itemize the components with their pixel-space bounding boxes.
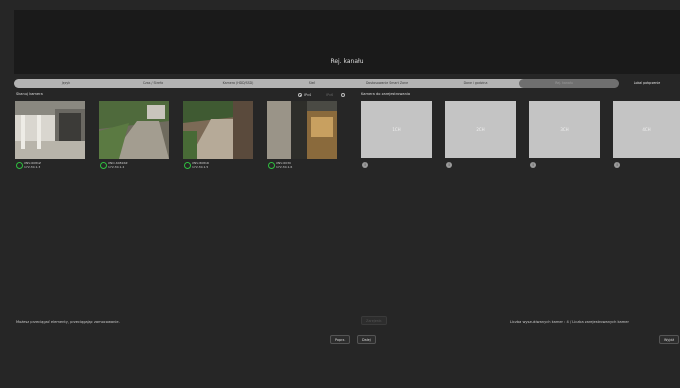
channel-slot-1[interactable]: 1CH [361, 101, 432, 158]
slot-info-icon[interactable]: i [614, 162, 620, 168]
back-button[interactable]: Poprz. [330, 335, 351, 344]
camera-info-1: XNV-6081Z 172.30.1.3 [24, 161, 41, 169]
camera-info-2: XNO-6081RZ 172.30.1.4 [108, 161, 128, 169]
camera-thumbnail-1[interactable] [15, 101, 85, 159]
camera-thumbnail-2[interactable] [99, 101, 169, 159]
channel-slot-label: 4CH [642, 127, 651, 132]
scanned-cameras-label: Skanuj kamera [16, 92, 43, 96]
slot-info-icon[interactable]: i [530, 162, 536, 168]
exit-button[interactable]: Wyjdź [659, 335, 680, 344]
camera-ip: 172.30.1.6 [276, 165, 293, 169]
ipv6-label: IPv6 [326, 93, 334, 97]
camera-preview-image [99, 101, 169, 159]
registration-label: Kamera do zarejestrowania [361, 92, 411, 96]
page-title: Rej. kanału [330, 58, 364, 65]
camera-ip: 172.30.1.4 [108, 165, 125, 169]
camera-thumbnail-3[interactable] [183, 101, 253, 159]
register-button[interactable]: Zarejestr. [361, 316, 388, 325]
channel-slot-label: 1CH [392, 127, 401, 132]
slot-info-icon[interactable]: i [446, 162, 452, 168]
channel-slot-4[interactable]: 4CH [613, 101, 680, 158]
camera-preview-image [15, 101, 85, 159]
channel-slot-label: 2CH [476, 127, 485, 132]
camera-status-icon [268, 162, 275, 169]
camera-status-icon [184, 162, 191, 169]
wizard-steps: Język Czas / Strefa Kamera (HDD/SSD) Sie… [14, 78, 680, 89]
camera-ip: 172.30.1.5 [192, 165, 209, 169]
channel-slot-3[interactable]: 3CH [529, 101, 600, 158]
tab-camera-hdd[interactable]: Kamera (HDD/SSD) [194, 79, 282, 88]
channel-slot-label: 3CH [560, 127, 569, 132]
tab-time-zone[interactable]: Czas / Strefa [112, 79, 194, 88]
channel-slot-2[interactable]: 2CH [445, 101, 516, 158]
drag-hint: Możesz przeciągać elementy, przeciągając… [16, 320, 120, 324]
camera-count-status: Liczba wyszukiwanych kamer : 4 / Liczba … [510, 320, 629, 324]
tab-network[interactable]: Sieć [282, 79, 342, 88]
camera-info-3: XNV-8081R 172.30.1.5 [192, 161, 209, 169]
ipv4-label: IPv4 [304, 93, 312, 97]
next-button[interactable]: Dalej [357, 335, 376, 344]
tab-smart-zone[interactable]: Dostosowanie Smart Zone [342, 79, 432, 88]
camera-thumbnail-4[interactable] [267, 101, 337, 159]
tab-local-connection[interactable]: Lokal połączenie [614, 79, 680, 88]
tab-language[interactable]: Język [20, 79, 112, 88]
header-bar: Rej. kanału [14, 10, 680, 74]
tab-channel-registration[interactable]: Rej. kanału [519, 79, 609, 88]
camera-info-4: XNV-6030 172.30.1.6 [276, 161, 292, 169]
slot-info-icon[interactable]: i [362, 162, 368, 168]
camera-preview-image [267, 101, 337, 159]
ipv4-radio[interactable] [298, 93, 302, 97]
camera-status-icon [16, 162, 23, 169]
camera-status-icon [100, 162, 107, 169]
camera-preview-image [183, 101, 253, 159]
ipv6-radio[interactable] [341, 93, 345, 97]
camera-ip: 172.30.1.3 [24, 165, 41, 169]
tab-date-time[interactable]: Dane i godzina [432, 79, 519, 88]
